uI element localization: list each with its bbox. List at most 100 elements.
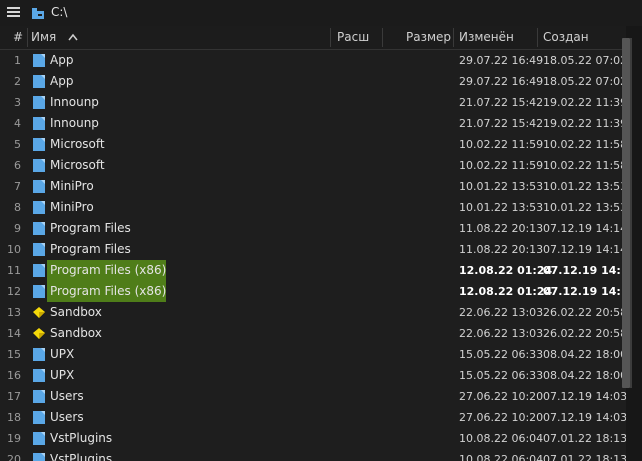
folder-icon xyxy=(33,96,45,109)
row-number: 18 xyxy=(7,411,21,424)
created-date: 07.12.19 14:14 xyxy=(543,222,626,235)
file-name[interactable]: Sandbox xyxy=(50,302,102,323)
folder-icon xyxy=(33,390,45,403)
row-number: 8 xyxy=(14,201,21,214)
column-extension[interactable]: Расш xyxy=(337,26,369,49)
created-date: 07.12.19 14:03 xyxy=(543,411,626,424)
file-name[interactable]: Users xyxy=(50,407,84,428)
column-divider[interactable] xyxy=(382,28,383,47)
modified-date: 22.06.22 13:03 xyxy=(459,306,544,319)
created-date: 18.05.22 07:02 xyxy=(543,54,626,67)
file-name[interactable]: Sandbox xyxy=(50,323,102,344)
file-name[interactable]: App xyxy=(50,50,73,71)
modified-date: 15.05.22 06:33 xyxy=(459,369,544,382)
file-name[interactable]: Program Files xyxy=(50,239,131,260)
column-created[interactable]: Создан xyxy=(543,26,589,49)
table-row[interactable]: 17 Users 27.06.22 10:20 07.12.19 14:03 xyxy=(0,386,626,407)
file-name[interactable]: MiniPro xyxy=(50,197,94,218)
folder-icon xyxy=(33,54,45,67)
table-row[interactable]: 4 Innounp 21.07.22 15:42 19.02.22 11:39 xyxy=(0,113,626,134)
created-date: 10.02.22 11:58 xyxy=(543,138,626,151)
file-name[interactable]: MiniPro xyxy=(50,176,94,197)
folder-icon xyxy=(33,222,45,235)
created-date: 19.02.22 11:39 xyxy=(543,117,626,130)
table-row[interactable]: 7 MiniPro 10.01.22 13:53 10.01.22 13:53 xyxy=(0,176,626,197)
modified-date: 10.02.22 11:59 xyxy=(459,138,544,151)
sort-ascending-icon xyxy=(68,33,78,41)
column-divider[interactable] xyxy=(453,28,454,47)
modified-date: 12.08.22 01:24 xyxy=(459,285,553,298)
file-name[interactable]: Program Files (x86) xyxy=(50,260,166,281)
table-row[interactable]: 15 UPX 15.05.22 06:33 08.04.22 18:00 xyxy=(0,344,626,365)
modified-date: 21.07.22 15:42 xyxy=(459,96,544,109)
file-name[interactable]: App xyxy=(50,71,73,92)
file-name[interactable]: Program Files xyxy=(50,218,131,239)
column-size[interactable]: Размер xyxy=(406,26,451,49)
file-name[interactable]: UPX xyxy=(50,344,74,365)
table-row[interactable]: 3 Innounp 21.07.22 15:42 19.02.22 11:39 xyxy=(0,92,626,113)
file-name[interactable]: Innounp xyxy=(50,113,99,134)
table-row[interactable]: 20 VstPlugins 10.08.22 06:04 07.01.22 18:13 xyxy=(0,449,626,461)
file-name[interactable]: VstPlugins xyxy=(50,449,112,461)
row-number: 13 xyxy=(7,306,21,319)
table-row[interactable]: 1 App 29.07.22 16:49 18.05.22 07:02 xyxy=(0,50,626,71)
row-number: 20 xyxy=(7,453,21,461)
row-number: 2 xyxy=(14,75,21,88)
folder-icon xyxy=(33,117,45,130)
table-row[interactable]: 5 Microsoft 10.02.22 11:59 10.02.22 11:58 xyxy=(0,134,626,155)
created-date: 26.02.22 20:58 xyxy=(543,306,626,319)
created-date: 10.02.22 11:58 xyxy=(543,159,626,172)
file-name[interactable]: Program Files (x86) xyxy=(50,281,166,302)
modified-date: 27.06.22 10:20 xyxy=(459,411,544,424)
row-number: 19 xyxy=(7,432,21,445)
file-list: 1 App 29.07.22 16:49 18.05.22 07:02 2 App 29.0… xyxy=(0,50,626,461)
folder-icon xyxy=(33,432,45,445)
table-row[interactable]: 6 Microsoft 10.02.22 11:59 10.02.22 11:58 xyxy=(0,155,626,176)
table-row[interactable]: 11 Program Files (x86) 12.08.22 01:24 07.12… xyxy=(0,260,626,281)
column-divider[interactable] xyxy=(537,28,538,47)
table-row[interactable]: 13 Sandbox 22.06.22 13:03 26.02.22 20:58 xyxy=(0,302,626,323)
table-row[interactable]: 16 UPX 15.05.22 06:33 08.04.22 18:00 xyxy=(0,365,626,386)
created-date: 08.04.22 18:00 xyxy=(543,369,626,382)
table-row[interactable]: 19 VstPlugins 10.08.22 06:04 07.01.22 18:13 xyxy=(0,428,626,449)
table-row[interactable]: 8 MiniPro 10.01.22 13:53 10.01.22 13:53 xyxy=(0,197,626,218)
file-name[interactable]: Innounp xyxy=(50,92,99,113)
row-number: 11 xyxy=(7,264,21,277)
current-path[interactable]: C:\ xyxy=(51,5,67,19)
modified-date: 27.06.22 10:20 xyxy=(459,390,544,403)
table-row[interactable]: 12 Program Files (x86) 12.08.22 01:24 07.12… xyxy=(0,281,626,302)
table-row[interactable]: 14 Sandbox 22.06.22 13:03 26.02.22 20:58 xyxy=(0,323,626,344)
column-divider[interactable] xyxy=(330,28,331,47)
modified-date: 21.07.22 15:42 xyxy=(459,117,544,130)
column-divider[interactable] xyxy=(27,28,28,47)
file-name[interactable]: Users xyxy=(50,386,84,407)
folder-icon xyxy=(33,411,45,424)
drive-icon xyxy=(32,8,44,19)
created-date: 07.01.22 18:13 xyxy=(543,432,626,445)
table-row[interactable]: 2 App 29.07.22 16:49 18.05.22 07:02 xyxy=(0,71,626,92)
column-name[interactable]: Имя xyxy=(31,26,56,49)
modified-date: 29.07.22 16:49 xyxy=(459,54,544,67)
row-number: 5 xyxy=(14,138,21,151)
modified-date: 10.08.22 06:04 xyxy=(459,432,544,445)
modified-date: 10.01.22 13:53 xyxy=(459,180,544,193)
sandbox-diamond-icon xyxy=(33,328,45,339)
created-date: 10.01.22 13:53 xyxy=(543,180,626,193)
file-name[interactable]: VstPlugins xyxy=(50,428,112,449)
table-row[interactable]: 10 Program Files 11.08.22 20:13 07.12.19 14… xyxy=(0,239,626,260)
table-row[interactable]: 18 Users 27.06.22 10:20 07.12.19 14:03 xyxy=(0,407,626,428)
file-name[interactable]: Microsoft xyxy=(50,155,105,176)
modified-date: 10.01.22 13:53 xyxy=(459,201,544,214)
file-name[interactable]: UPX xyxy=(50,365,74,386)
column-modified[interactable]: Изменён xyxy=(459,26,514,49)
modified-date: 10.02.22 11:59 xyxy=(459,159,544,172)
folder-icon xyxy=(33,369,45,382)
folder-icon xyxy=(33,264,45,277)
scrollbar-thumb[interactable] xyxy=(622,38,630,388)
file-name[interactable]: Microsoft xyxy=(50,134,105,155)
column-number[interactable]: # xyxy=(13,26,23,49)
hamburger-menu-icon[interactable] xyxy=(7,7,20,18)
table-row[interactable]: 9 Program Files 11.08.22 20:13 07.12.19 14:… xyxy=(0,218,626,239)
modified-date: 11.08.22 20:13 xyxy=(459,222,544,235)
modified-date: 29.07.22 16:49 xyxy=(459,75,544,88)
